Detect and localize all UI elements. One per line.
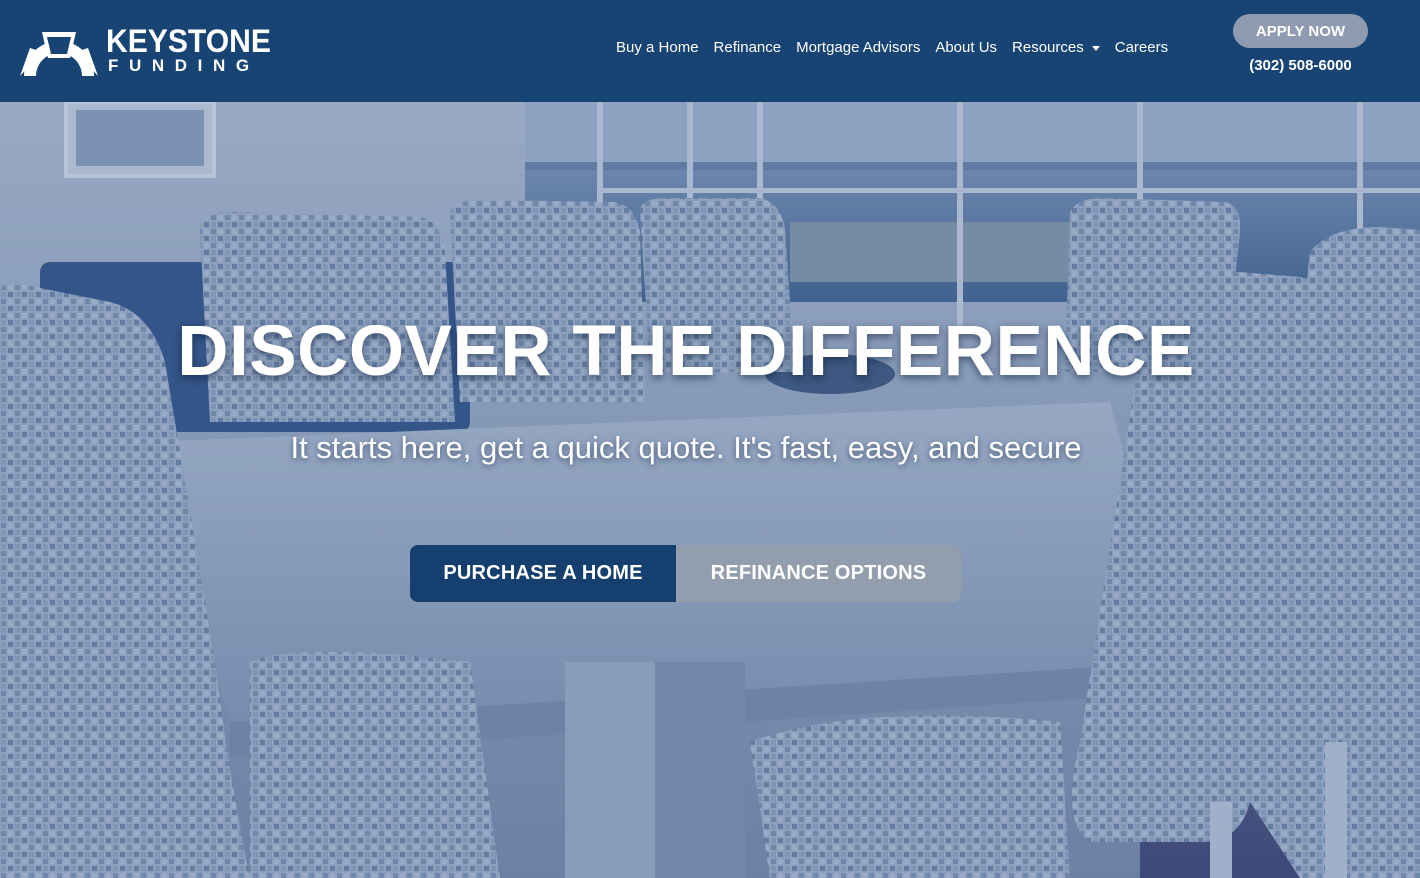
nav-about-us[interactable]: About Us [935,38,997,58]
brand-subname: FUNDING [108,56,260,75]
logo-link[interactable]: KEYSTONE FUNDING [20,23,271,78]
nav-resources-dropdown[interactable]: Resources [1012,38,1100,58]
caret-down-icon [1091,46,1100,51]
apply-now-button[interactable]: APPLY NOW [1233,14,1368,48]
hero-cta-group: PURCHASE A HOME REFINANCE OPTIONS [410,545,961,602]
phone-link[interactable]: (302) 508-6000 [1233,56,1368,76]
hero-tint-overlay [0,102,1420,878]
nav-resources-label: Resources [1012,39,1084,56]
refinance-options-button[interactable]: REFINANCE OPTIONS [676,545,961,602]
main-nav: Buy a Home Refinance Mortgage Advisors A… [616,38,1183,58]
brand-name: KEYSTONE [106,23,271,59]
hero-title: DISCOVER THE DIFFERENCE [177,312,1195,391]
purchase-a-home-button[interactable]: PURCHASE A HOME [410,545,676,602]
keystone-arch-icon [20,32,98,76]
hero-subtitle: It starts here, get a quick quote. It's … [290,430,1082,465]
nav-mortgage-advisors[interactable]: Mortgage Advisors [796,38,920,58]
nav-refinance[interactable]: Refinance [714,38,782,58]
site-header: KEYSTONE FUNDING Buy a Home Refinance Mo… [0,0,1420,102]
nav-buy-a-home[interactable]: Buy a Home [616,38,699,58]
nav-careers[interactable]: Careers [1115,38,1168,58]
hero-section: DISCOVER THE DIFFERENCE It starts here, … [0,102,1420,878]
